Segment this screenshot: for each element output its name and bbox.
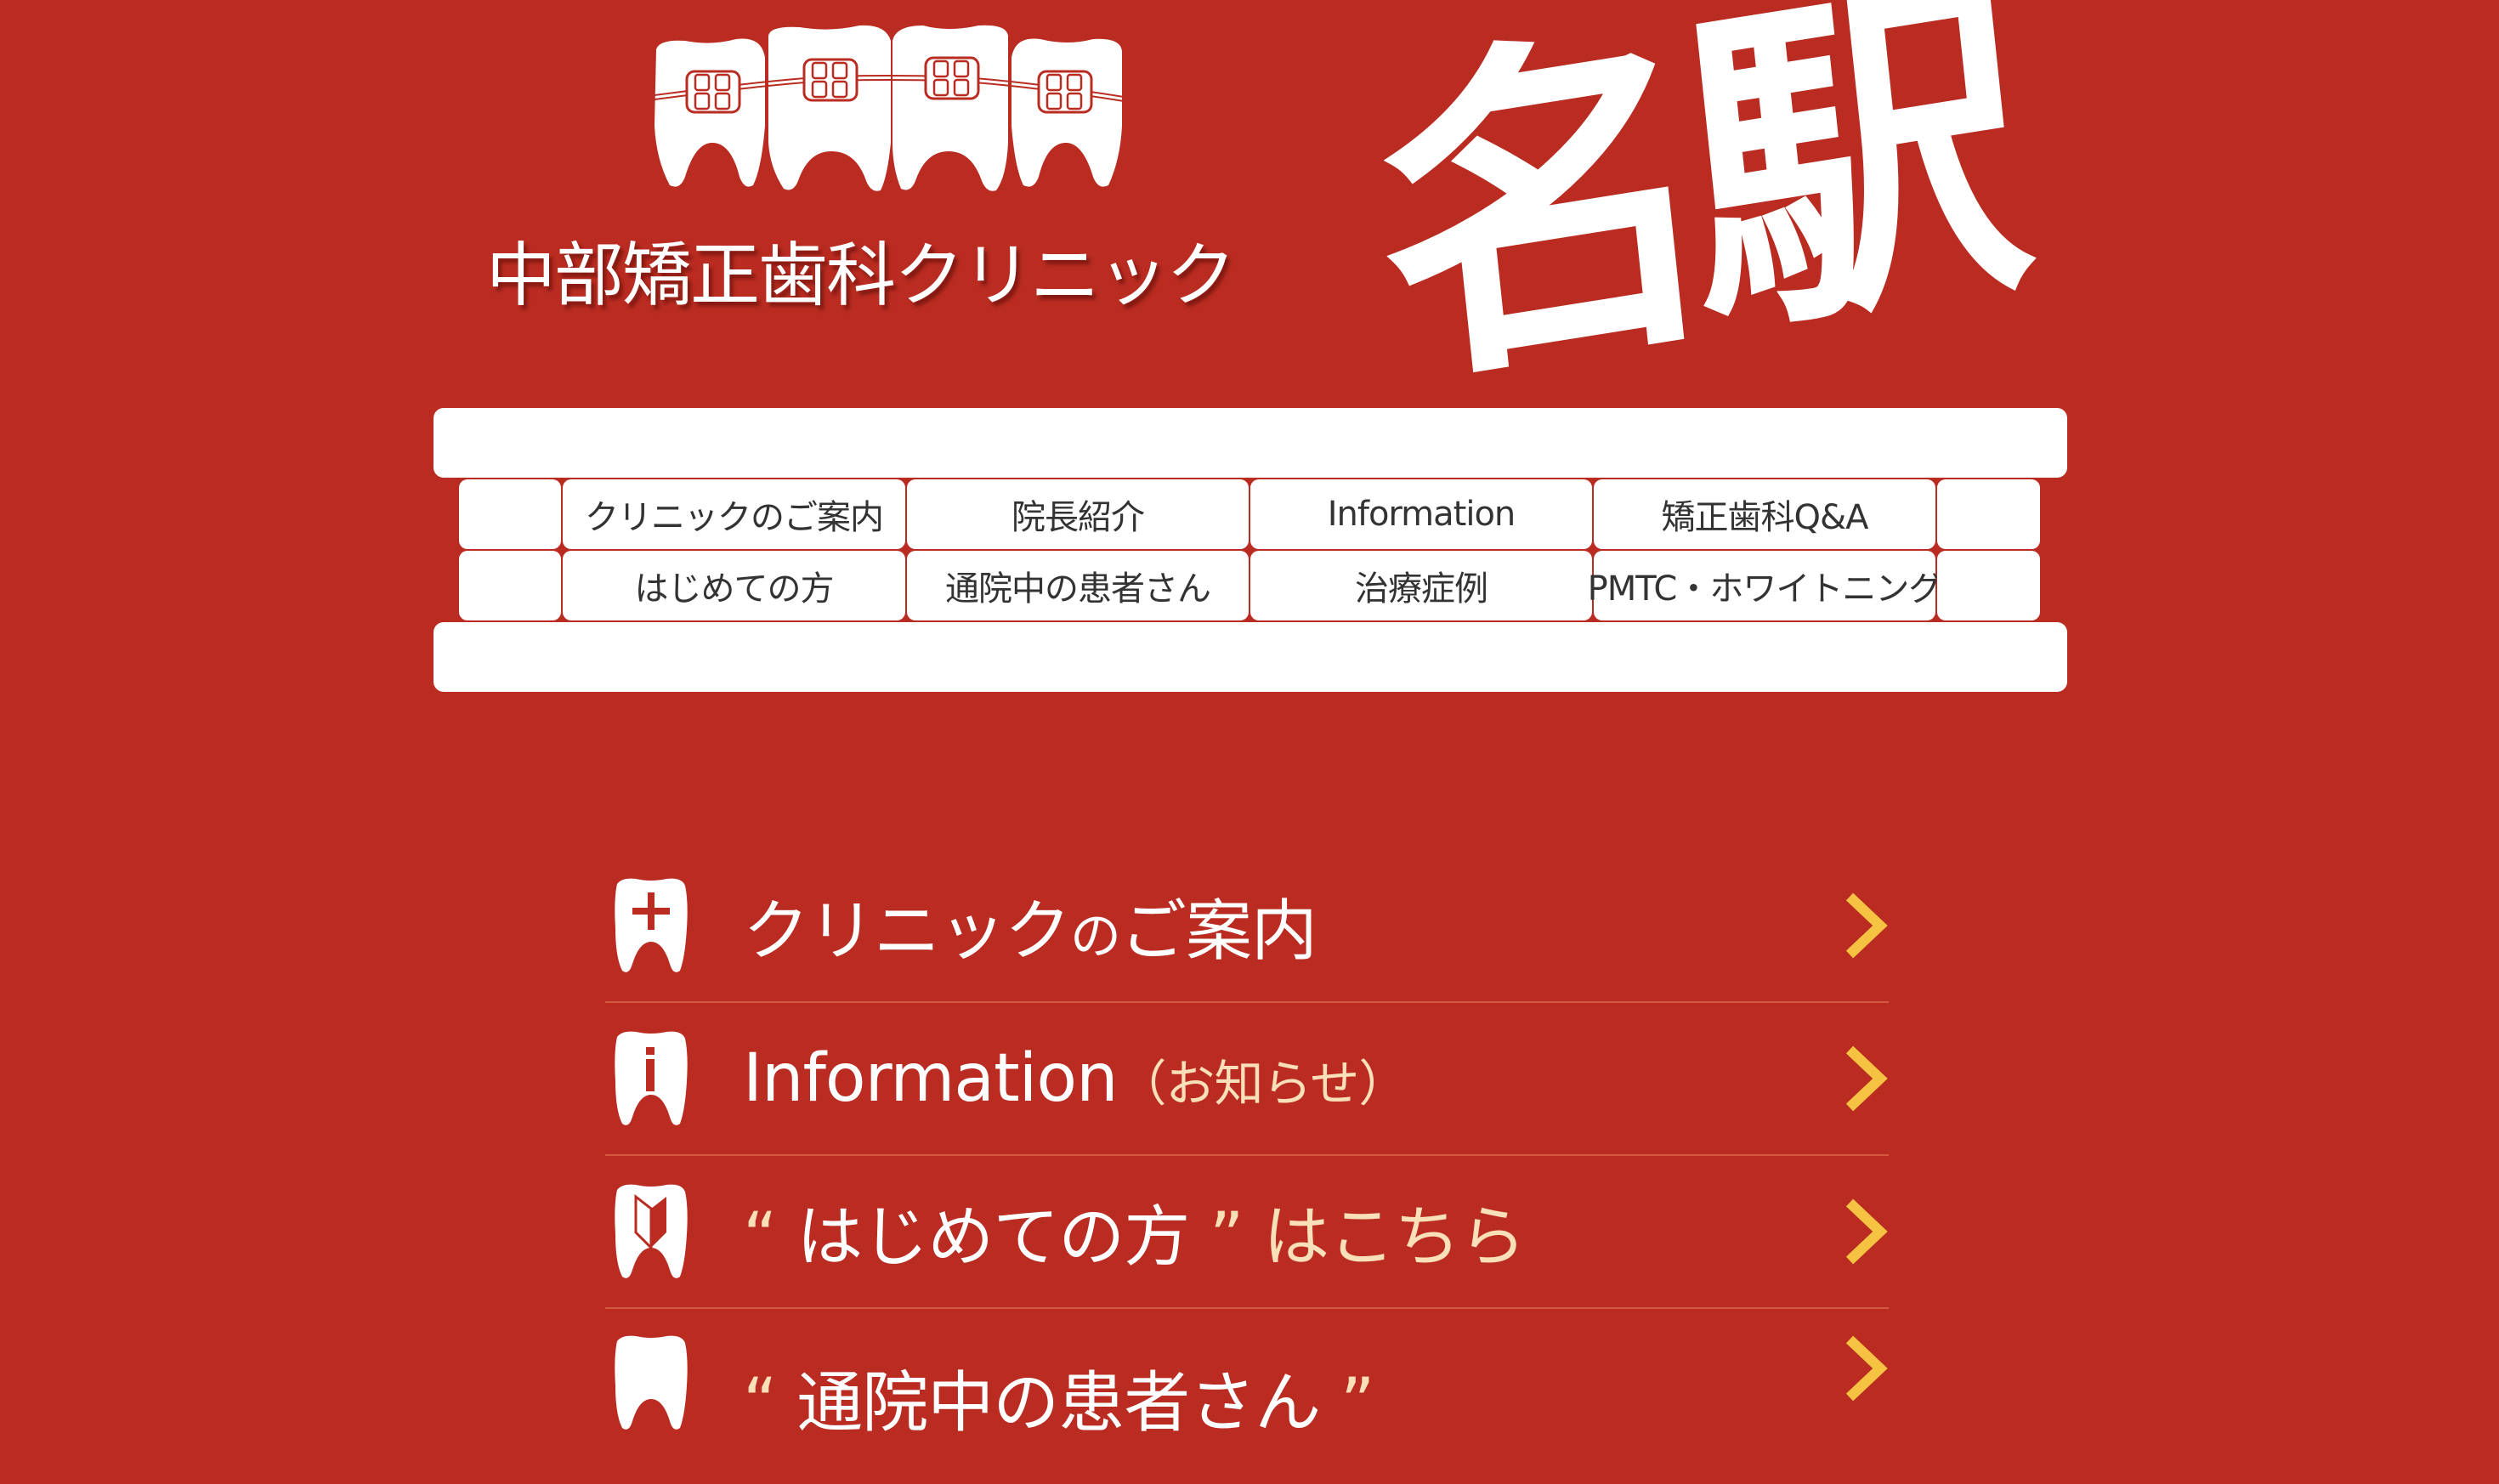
nav-item-information[interactable]: Information [1250, 479, 1592, 549]
chevron-right-icon [1845, 892, 1888, 959]
menu-item-first-visit[interactable]: “ はじめての方 ” はこちら [605, 1156, 1889, 1309]
menu-item-label: “ はじめての方 ” はこちら [743, 1184, 1526, 1279]
teeth-braces-logo-icon [654, 25, 1125, 191]
chevron-right-icon [1845, 1045, 1888, 1112]
label-main: Information [743, 1040, 1119, 1117]
label-main: クリニック [743, 893, 1071, 970]
menu-item-information[interactable]: Information （お知らせ） [605, 1003, 1889, 1156]
nav-item-orthodontics-qa[interactable]: 矯正歯科Q&A [1594, 479, 1935, 549]
label-main: はじめての方 [796, 1199, 1190, 1276]
label-main: 通院中の患者さん [796, 1365, 1321, 1442]
tooth-beginner-mark-icon [615, 1184, 688, 1278]
menu-item-clinic-guide[interactable]: クリニックのご案内 [605, 850, 1889, 1003]
nav-item-pmtc-whitening[interactable]: PMTC・ホワイトニング [1588, 551, 1942, 620]
nav-item-case-studies[interactable]: 治療症例 [1250, 551, 1592, 620]
global-nav: クリニックのご案内 院長紹介 Information 矯正歯科Q&A はじめての… [434, 408, 2067, 692]
quote-open: “ [743, 1199, 777, 1276]
nav-top-band [434, 408, 2067, 478]
nav-item-clinic-guide[interactable]: クリニックのご案内 [563, 479, 905, 549]
menu-list: クリニックのご案内 Information （お知らせ） “ はじめての方 ” は… [605, 850, 1889, 1484]
menu-item-current-patients[interactable]: “ 通院中の患者さん ” [605, 1309, 1889, 1484]
quote-close: ” [1340, 1365, 1374, 1442]
label-particle: の [1070, 907, 1121, 966]
menu-item-label: Information （お知らせ） [743, 1040, 1408, 1117]
menu-item-label: “ 通院中の患者さん ” [743, 1350, 1374, 1445]
nav-item-director[interactable]: 院長紹介 [907, 479, 1249, 549]
nav-grid: クリニックのご案内 院長紹介 Information 矯正歯科Q&A はじめての… [459, 479, 2042, 620]
quote-close: ” [1210, 1199, 1244, 1276]
label-main-2: ご案内 [1120, 893, 1318, 970]
clinic-name-logo[interactable]: 中部矯正歯科クリニック [486, 241, 1302, 311]
chevron-right-icon [1845, 1335, 1888, 1402]
label-sub: はこちら [1263, 1199, 1526, 1276]
tooth-icon [615, 1335, 688, 1430]
nav-item-first-visit[interactable]: はじめての方 [563, 551, 905, 620]
nav-spacer-left [459, 479, 561, 549]
nav-spacer-left [459, 551, 561, 620]
tooth-cross-icon [615, 878, 688, 972]
nav-spacer-right [1937, 479, 2040, 549]
tooth-info-icon [615, 1031, 688, 1125]
quote-open: “ [743, 1365, 777, 1442]
label-sub: （お知らせ） [1117, 1055, 1408, 1113]
nav-spacer-right [1937, 551, 2040, 620]
chevron-right-icon [1845, 1198, 1888, 1265]
nav-item-current-patients[interactable]: 通院中の患者さん [907, 551, 1249, 620]
nav-bottom-band [434, 622, 2067, 692]
menu-item-label: クリニックのご案内 [743, 878, 1318, 973]
